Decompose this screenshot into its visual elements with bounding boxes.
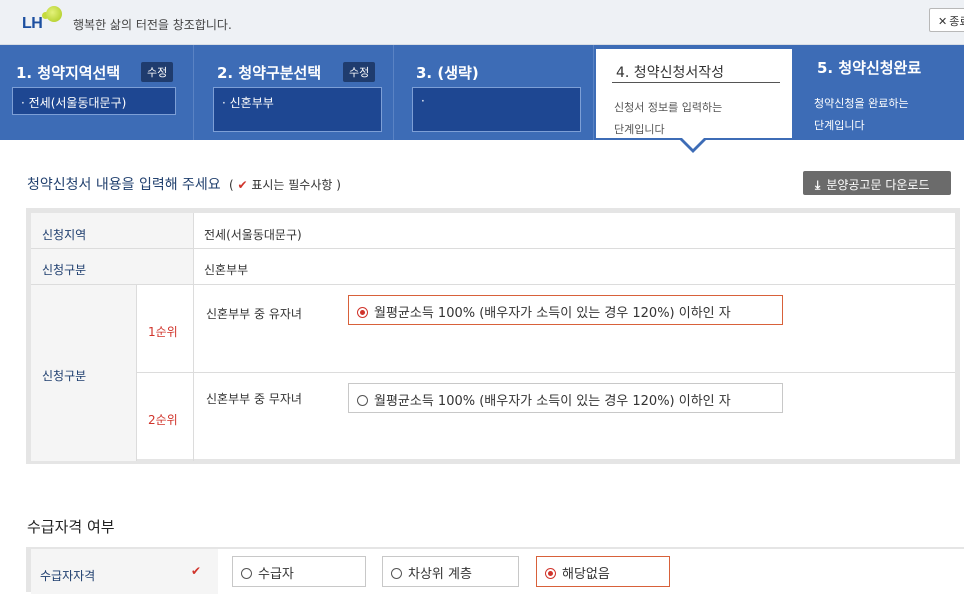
welfare-label-cell: 수급자자격 ✔ (31, 549, 218, 594)
rank2-label: 2순위 (148, 413, 178, 427)
rank1-option[interactable]: 월평균소득 100% (배우자가 소득이 있는 경우 120%) 이하인 자 (348, 295, 783, 325)
step-1-edit-button[interactable]: 수정 (141, 62, 174, 82)
col-divider (136, 284, 137, 461)
radio-icon (391, 568, 402, 579)
radio-icon (357, 395, 368, 406)
step-4-desc-line1: 신청서 정보를 입력하는 (614, 101, 723, 114)
active-step-pointer-inner (681, 137, 705, 149)
logo-dot-big (46, 6, 62, 22)
step-5-desc: 청약신청을 완료하는 단계입니다 (814, 93, 909, 137)
rank2-option-text: 월평균소득 100% (배우자가 소득이 있는 경우 120%) 이하인 자 (374, 394, 731, 409)
row-divider (31, 248, 955, 249)
welfare-option-label: 차상위 계층 (408, 567, 472, 582)
rank1-desc: 신혼부부 중 유자녀 (206, 307, 302, 321)
step-5-desc-line1: 청약신청을 완료하는 (814, 97, 909, 110)
rank2-desc: 신혼부부 중 무자녀 (206, 392, 302, 406)
check-icon: ✔ (237, 178, 248, 192)
required-check-icon: ✔ (191, 564, 202, 578)
step-4-underline (612, 82, 780, 83)
step-3-title: 3. (생략) (416, 64, 479, 82)
step-4-title: 4. 청약신청서작성 (616, 65, 724, 81)
step-4-active: 4. 청약신청서작성 신청서 정보를 입력하는 단계입니다 (594, 47, 794, 140)
rank2-option[interactable]: 월평균소득 100% (배우자가 소득이 있는 경우 120%) 이하인 자 (348, 383, 783, 413)
radio-selected-icon (545, 568, 556, 579)
region-label: 신청지역 (42, 228, 87, 242)
step-1-title: 1. 청약지역선택 (16, 64, 121, 82)
type2-label: 신청구분 (42, 369, 87, 383)
required-note: ( ✔ 표시는 필수사항 ) (225, 178, 341, 192)
close-label: 종료 (949, 15, 964, 28)
step-4-desc: 신청서 정보를 입력하는 단계입니다 (614, 97, 722, 141)
step-5-desc-line2: 단계입니다 (814, 119, 865, 132)
step-2-value: · 신혼부부 (213, 87, 382, 132)
top-bar: LH 행복한 삶의 터전을 창조합니다. ✕종료 (0, 0, 964, 45)
step-3: 3. (생략) · (394, 45, 594, 140)
row-divider (136, 372, 955, 373)
download-icon: ⤓ (815, 178, 821, 192)
required-note-text: 표시는 필수사항 (251, 178, 333, 192)
form-heading-text: 청약신청서 내용을 입력해 주세요 (27, 177, 221, 193)
step-2-edit-button[interactable]: 수정 (343, 62, 376, 82)
slogan: 행복한 삶의 터전을 창조합니다. (73, 18, 232, 32)
download-label: 분양공고문 다운로드 (826, 178, 930, 192)
welfare-table: 수급자자격 ✔ 수급자 차상위 계층 해당없음 (26, 547, 964, 594)
step-2: 2. 청약구분선택 수정 · 신혼부부 (194, 45, 394, 140)
step-2-title: 2. 청약구분선택 (217, 64, 322, 82)
download-notice-button[interactable]: ⤓ 분양공고문 다운로드 (803, 171, 951, 195)
welfare-option-near-poor[interactable]: 차상위 계층 (382, 556, 519, 587)
step-5: 5. 청약신청완료 청약신청을 완료하는 단계입니다 (794, 45, 964, 140)
rank1-label: 1순위 (148, 325, 178, 339)
type-label: 신청구분 (42, 263, 87, 277)
type-value: 신혼부부 (204, 263, 249, 277)
form-heading: 청약신청서 내용을 입력해 주세요 ( ✔ 표시는 필수사항 ) (27, 174, 341, 194)
logo-text: LH (22, 15, 43, 32)
lh-logo: LH (20, 6, 70, 36)
welfare-label: 수급자자격 (40, 569, 96, 583)
welfare-option-label: 수급자 (258, 567, 294, 582)
step-3-value: · (412, 87, 581, 132)
welfare-option-recipient[interactable]: 수급자 (232, 556, 366, 587)
close-button[interactable]: ✕종료 (929, 8, 964, 32)
step-bar: 1. 청약지역선택 수정 · 전세(서울동대문구) 2. 청약구분선택 수정 ·… (0, 45, 964, 140)
step-1-value: · 전세(서울동대문구) (12, 87, 176, 115)
close-icon: ✕ (938, 15, 948, 28)
row-divider (31, 284, 955, 285)
step-4-desc-line2: 단계입니다 (614, 123, 665, 136)
step-1: 1. 청약지역선택 수정 · 전세(서울동대문구) (0, 45, 194, 140)
welfare-option-none[interactable]: 해당없음 (536, 556, 670, 587)
welfare-section-title: 수급자격 여부 (27, 518, 115, 536)
col-divider (193, 213, 194, 461)
radio-icon (241, 568, 252, 579)
rank1-option-text: 월평균소득 100% (배우자가 소득이 있는 경우 120%) 이하인 자 (374, 306, 731, 321)
welfare-option-label: 해당없음 (562, 567, 610, 582)
region-value: 전세(서울동대문구) (204, 228, 302, 242)
radio-selected-icon (357, 307, 368, 318)
step-5-title: 5. 청약신청완료 (817, 59, 922, 77)
application-form-table: 신청지역 전세(서울동대문구) 신청구분 신혼부부 신청구분 1순위 신혼부부 … (26, 208, 960, 464)
